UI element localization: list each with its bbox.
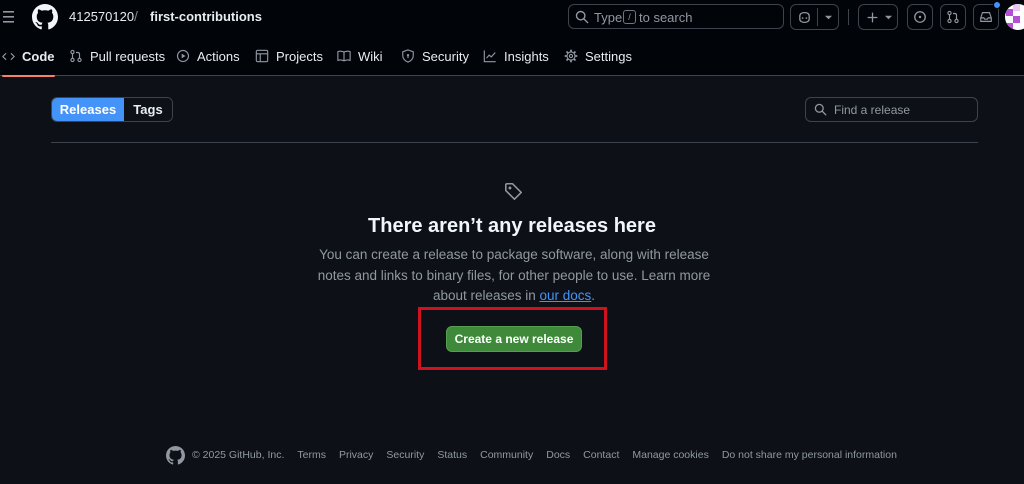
footer-copyright: © 2025 GitHub, Inc. — [192, 449, 285, 461]
github-logo-icon[interactable] — [32, 4, 58, 30]
create-new-button[interactable] — [858, 4, 898, 30]
footer-link-terms[interactable]: Terms — [297, 449, 326, 461]
copilot-icon — [799, 11, 810, 24]
tab-pull-requests-label: Pull requests — [90, 48, 166, 64]
tab-settings[interactable]: Settings — [564, 36, 632, 76]
repo-navigation: Code Pull requests Actions Projects Wiki… — [0, 36, 1024, 77]
search-shortcut-key: / — [623, 10, 636, 24]
inbox-icon — [980, 12, 992, 22]
find-release-field[interactable] — [805, 97, 978, 122]
tab-insights-label: Insights — [504, 48, 549, 64]
tab-security-label: Security — [422, 48, 469, 64]
tab-insights[interactable]: Insights — [483, 36, 549, 76]
copilot-button[interactable] — [790, 4, 839, 30]
footer-link-manage-cookies[interactable]: Manage cookies — [632, 449, 708, 461]
footer-link-do-not-share[interactable]: Do not share my personal information — [722, 449, 897, 461]
footer-link-community[interactable]: Community — [480, 449, 533, 461]
footer-link-status[interactable]: Status — [437, 449, 467, 461]
find-release-input[interactable] — [832, 101, 972, 119]
code-icon — [2, 52, 15, 60]
tab-projects[interactable]: Projects — [255, 36, 323, 76]
tab-pull-requests[interactable]: Pull requests — [69, 36, 165, 76]
footer-link-contact[interactable]: Contact — [583, 449, 619, 461]
releases-tags-switch: Releases Tags — [51, 97, 173, 122]
tab-code[interactable]: Code — [2, 36, 55, 77]
breadcrumb-separator: / — [134, 8, 138, 24]
global-header: 412570120 / first-contributions Type / t… — [0, 0, 1024, 36]
gear-icon — [564, 49, 578, 63]
tab-projects-label: Projects — [276, 48, 323, 64]
empty-state-title: There aren’t any releases here — [368, 215, 656, 237]
git-pull-request-icon — [70, 49, 82, 63]
menu-icon[interactable] — [2, 6, 18, 28]
global-search-input[interactable]: Type / to search — [568, 4, 784, 29]
create-new-release-button[interactable]: Create a new release — [446, 326, 582, 352]
github-mark-icon[interactable] — [166, 445, 185, 465]
footer-link-docs[interactable]: Docs — [546, 449, 570, 461]
tab-actions-label: Actions — [197, 48, 240, 64]
unread-indicator-icon — [993, 1, 1001, 9]
tab-wiki-label: Wiki — [358, 48, 383, 64]
tags-tab[interactable]: Tags — [124, 98, 172, 121]
repo-name-link[interactable]: first-contributions — [150, 9, 262, 24]
search-icon — [814, 103, 827, 116]
table-icon — [255, 49, 269, 63]
avatar[interactable] — [1005, 4, 1024, 30]
play-icon — [176, 49, 190, 63]
tab-code-label: Code — [22, 48, 55, 64]
releases-tab[interactable]: Releases — [52, 98, 124, 121]
tag-icon — [505, 183, 522, 200]
repo-owner-link[interactable]: 412570120 — [69, 9, 134, 24]
tab-security[interactable]: Security — [401, 36, 469, 76]
footer-link-privacy[interactable]: Privacy — [339, 449, 373, 461]
section-divider — [51, 142, 978, 143]
git-pull-request-icon — [947, 10, 959, 24]
chevron-down-icon — [884, 15, 893, 20]
empty-state-text: You can create a release to package soft… — [317, 247, 711, 303]
page-footer: © 2025 GitHub, Inc. Terms Privacy Securi… — [166, 445, 897, 465]
plus-icon — [867, 12, 878, 23]
footer-link-security[interactable]: Security — [386, 449, 424, 461]
issue-opened-icon — [914, 11, 926, 23]
empty-state-description: You can create a release to package soft… — [312, 245, 716, 307]
search-placeholder-prefix: Type — [594, 10, 623, 25]
issues-button[interactable] — [907, 4, 933, 30]
shield-icon — [402, 49, 414, 63]
graph-icon — [483, 50, 496, 63]
tab-wiki[interactable]: Wiki — [337, 36, 383, 76]
tab-actions[interactable]: Actions — [176, 36, 240, 76]
pull-requests-button[interactable] — [940, 4, 966, 30]
header-divider — [848, 9, 849, 25]
tab-settings-label: Settings — [585, 48, 632, 64]
empty-state-period: . — [591, 288, 596, 303]
docs-link[interactable]: our docs — [540, 288, 592, 303]
search-icon — [575, 10, 589, 24]
search-placeholder-suffix: to search — [639, 10, 693, 25]
book-icon — [337, 50, 351, 62]
chevron-down-icon — [824, 15, 833, 20]
